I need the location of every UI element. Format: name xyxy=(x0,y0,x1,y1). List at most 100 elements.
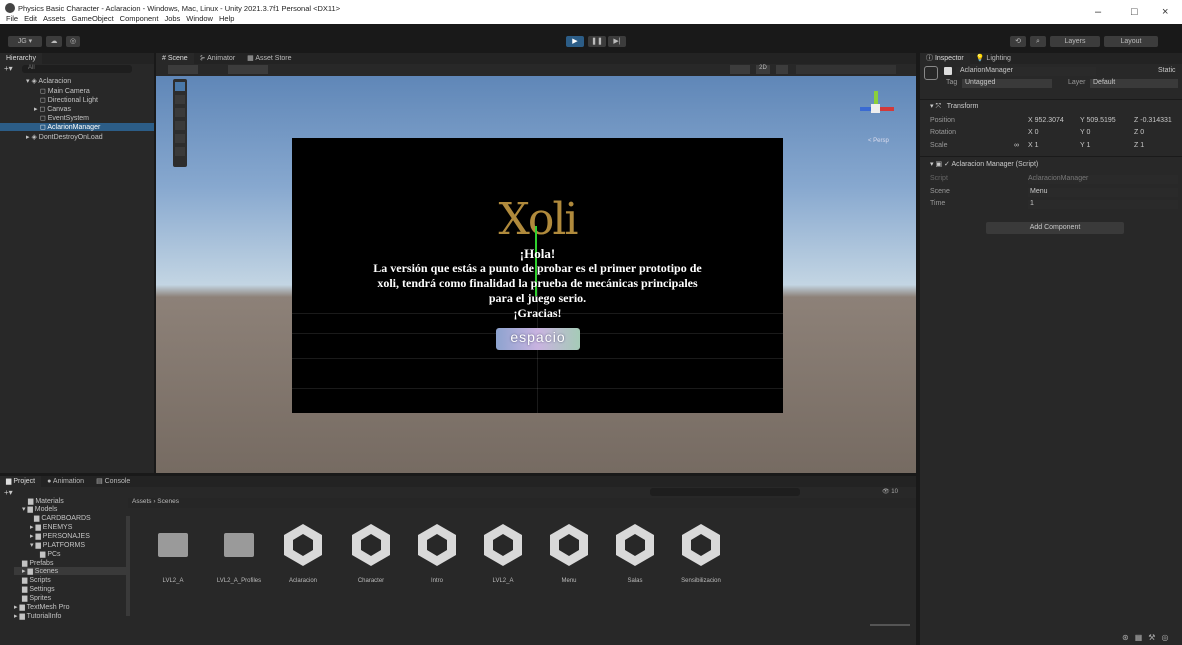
hierarchy-item-aclaracion[interactable]: ▾ ◈ Aclaracion xyxy=(26,77,71,85)
unity-scene-icon[interactable] xyxy=(282,522,324,568)
scale-z-field[interactable]: Z 1 xyxy=(1134,142,1144,149)
tab-project[interactable]: ▆ Project xyxy=(0,476,42,487)
unity-scene-icon[interactable] xyxy=(416,522,458,568)
menu-edit[interactable]: Edit xyxy=(24,14,37,23)
hierarchy-item-dontdestroyonload[interactable]: ▸ ◈ DontDestroyOnLoad xyxy=(26,133,103,141)
tab-animator[interactable]: ⊱ Animator xyxy=(194,53,241,64)
rotation-y-field[interactable]: Y 0 xyxy=(1080,129,1090,136)
menu-jobs[interactable]: Jobs xyxy=(164,14,180,23)
position-z-field[interactable]: Z -0.314331 xyxy=(1134,117,1172,124)
scale-x-field[interactable]: X 1 xyxy=(1028,142,1039,149)
lighting-toggle[interactable] xyxy=(776,65,788,74)
asset-intro[interactable]: Intro xyxy=(407,578,467,584)
persp-label[interactable]: < Persp xyxy=(868,138,889,144)
tab-scene[interactable]: # Scene xyxy=(156,53,194,64)
tree-item-personajes[interactable]: ▸ ▆ PERSONAJES xyxy=(30,532,90,540)
scene-field[interactable]: Menu xyxy=(1028,188,1178,197)
shading-mode-button[interactable] xyxy=(730,65,750,74)
static-checkbox[interactable]: Static xyxy=(1158,67,1176,74)
tag-dropdown[interactable]: Untagged xyxy=(962,79,1052,88)
tree-item-cardboards[interactable]: ▆ CARDBOARDS xyxy=(34,514,91,522)
close-button[interactable]: × xyxy=(1162,6,1168,18)
tree-item-enemys[interactable]: ▸ ▆ ENEMYS xyxy=(30,523,72,531)
cloud-icon[interactable]: ☁ xyxy=(46,36,62,47)
asset-sensibilizacion[interactable]: Sensibilizacion xyxy=(671,578,731,584)
menu-assets[interactable]: Assets xyxy=(43,14,66,23)
progress-icon[interactable]: ▦ xyxy=(1135,633,1143,642)
maximize-button[interactable]: □ xyxy=(1131,6,1138,18)
asset-lvl2a-folder[interactable]: LVL2_A xyxy=(143,578,203,584)
hierarchy-item-aclarionmanager[interactable]: ◻ AclarionManager xyxy=(0,123,154,131)
asset-menu[interactable]: Menu xyxy=(539,578,599,584)
menu-file[interactable]: File xyxy=(6,14,18,23)
collab-icon[interactable]: ◎ xyxy=(66,36,80,47)
breadcrumb-assets[interactable]: Assets xyxy=(132,498,152,505)
folder-icon[interactable] xyxy=(158,533,188,557)
unity-scene-icon[interactable] xyxy=(614,522,656,568)
hierarchy-item-eventsystem[interactable]: ◻ EventSystem xyxy=(40,114,89,122)
unity-scene-icon[interactable] xyxy=(548,522,590,568)
history-icon[interactable]: ⟲ xyxy=(1010,36,1026,47)
rotation-z-field[interactable]: Z 0 xyxy=(1134,129,1144,136)
rotation-x-field[interactable]: X 0 xyxy=(1028,129,1039,136)
transform-header[interactable]: ▾ ⤧ Transform xyxy=(930,102,978,111)
tree-item-platforms[interactable]: ▾ ▆ PLATFORMS xyxy=(30,541,85,549)
minimize-button[interactable]: – xyxy=(1095,6,1101,18)
project-search-input[interactable] xyxy=(650,488,800,496)
play-button[interactable]: ▶ xyxy=(566,36,584,47)
move-tool-icon[interactable] xyxy=(175,95,185,104)
tree-item-sprites[interactable]: ▆ Sprites xyxy=(22,594,51,602)
unity-scene-icon[interactable] xyxy=(680,522,722,568)
folder-icon[interactable] xyxy=(224,533,254,557)
tab-hierarchy[interactable]: Hierarchy xyxy=(0,53,42,64)
espacio-button[interactable]: espacio xyxy=(496,328,580,350)
hand-tool-icon[interactable] xyxy=(175,82,185,91)
scene-view-options[interactable] xyxy=(796,65,896,74)
tree-item-textmesh-pro[interactable]: ▸ ▆ TextMesh Pro xyxy=(14,603,69,611)
orientation-gizmo[interactable] xyxy=(856,89,896,129)
tree-item-materials[interactable]: ▆ Materials xyxy=(28,497,64,505)
tree-item-pcs[interactable]: ▆ PCs xyxy=(40,550,61,558)
gizmo-handle-dropdown[interactable] xyxy=(228,65,268,74)
tree-item-prefabs[interactable]: ▆ Prefabs xyxy=(22,559,53,567)
tab-asset-store[interactable]: ▦ Asset Store xyxy=(241,53,297,64)
active-checkbox[interactable] xyxy=(944,67,952,75)
position-y-field[interactable]: Y 509.5195 xyxy=(1080,117,1116,124)
2d-toggle[interactable]: 2D xyxy=(756,65,770,74)
scale-tool-icon[interactable] xyxy=(175,121,185,130)
hierarchy-item-directional-light[interactable]: ◻ Directional Light xyxy=(40,96,98,104)
asset-salas[interactable]: Salas xyxy=(605,578,665,584)
tree-item-models[interactable]: ▾ ▆ Models xyxy=(22,505,57,513)
object-name-field[interactable]: AclarionManager xyxy=(956,67,1096,76)
tree-item-scenes[interactable]: ▸ ▆ Scenes xyxy=(14,567,126,575)
asset-lvl2a-profiles[interactable]: LVL2_A_Profiles xyxy=(209,578,269,584)
menu-component[interactable]: Component xyxy=(120,14,159,23)
hierarchy-item-main-camera[interactable]: ◻ Main Camera xyxy=(40,87,90,95)
asset-lvl2a-scene[interactable]: LVL2_A xyxy=(473,578,533,584)
script-component-header[interactable]: ▾ ▣ ✓ Aclaracion Manager (Script) xyxy=(930,160,1038,168)
tab-lighting[interactable]: 💡 Lighting xyxy=(970,53,1017,64)
scrollbar[interactable] xyxy=(126,516,130,616)
game-canvas[interactable]: Xoli ¡Hola! La versión que estás a punto… xyxy=(292,138,783,413)
zoom-slider[interactable] xyxy=(870,624,910,626)
unity-scene-icon[interactable] xyxy=(350,522,392,568)
tree-item-tutorialinfo[interactable]: ▸ ▆ TutorialInfo xyxy=(14,612,61,620)
hierarchy-item-canvas[interactable]: ▸ ◻ Canvas xyxy=(34,105,71,113)
tree-item-settings[interactable]: ▆ Settings xyxy=(22,585,55,593)
transform-tool-icon[interactable] xyxy=(175,147,185,156)
menu-help[interactable]: Help xyxy=(219,14,234,23)
rect-tool-icon[interactable] xyxy=(175,134,185,143)
hierarchy-search-input[interactable]: All xyxy=(22,65,132,73)
layers-dropdown[interactable]: Layers xyxy=(1050,36,1100,47)
unity-scene-icon[interactable] xyxy=(482,522,524,568)
pause-button[interactable]: ❚❚ xyxy=(588,36,606,47)
layer-dropdown[interactable]: Default xyxy=(1090,79,1178,88)
tab-animation[interactable]: ● Animation xyxy=(41,476,90,487)
debug-icon[interactable]: ⚒ xyxy=(1148,633,1155,642)
account-dropdown[interactable]: JG ▾ xyxy=(8,36,42,47)
tab-inspector[interactable]: ⓘ Inspector xyxy=(920,53,970,64)
asset-character[interactable]: Character xyxy=(341,578,401,584)
search-icon[interactable]: ⌕ xyxy=(1030,36,1046,47)
add-icon[interactable]: +▾ xyxy=(4,488,13,497)
position-x-field[interactable]: X 952.3074 xyxy=(1028,117,1064,124)
